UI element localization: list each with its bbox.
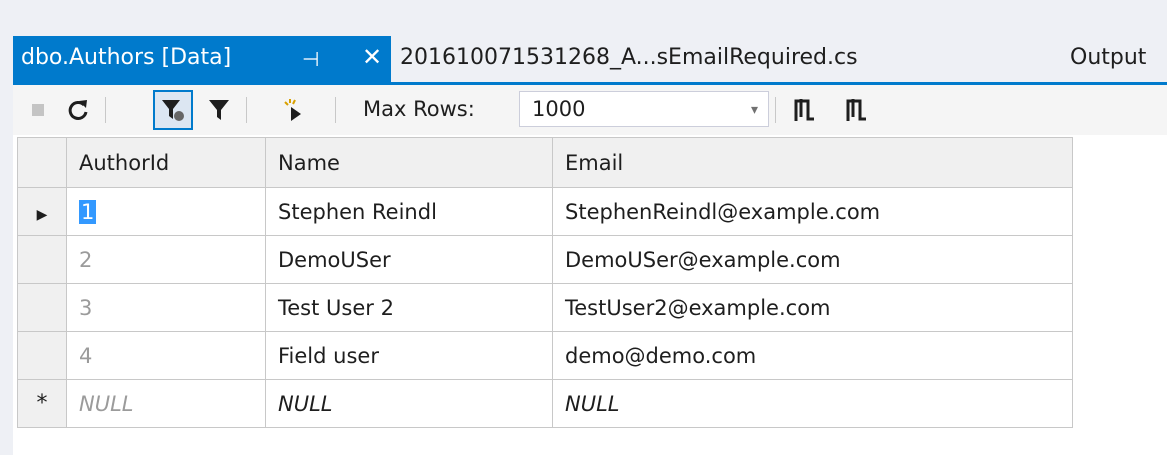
cell-name[interactable]: Test User 2 [265, 283, 553, 332]
max-rows-value: 1000 [532, 97, 586, 121]
import-button[interactable] [839, 85, 875, 135]
table-row[interactable]: 4 Field user demo@demo.com [17, 331, 1073, 380]
tab-title: dbo.Authors [Data] [21, 45, 232, 70]
cell-name[interactable]: NULL [265, 379, 553, 428]
selected-cell-text: 1 [79, 199, 97, 224]
row-header[interactable] [17, 235, 67, 284]
cell-authorid[interactable]: 3 [66, 283, 266, 332]
row-header[interactable]: * [17, 379, 67, 428]
toolbar-separator [246, 97, 247, 123]
table-row[interactable]: 3 Test User 2 TestUser2@example.com [17, 283, 1073, 332]
cell-email[interactable]: TestUser2@example.com [552, 283, 1073, 332]
toolbar-separator [105, 97, 106, 123]
export-button[interactable] [787, 85, 823, 135]
table-row[interactable]: ▶ 1 Stephen Reindl StephenReindl@example… [17, 187, 1073, 236]
new-row-asterisk-icon: * [36, 391, 48, 416]
export-icon [794, 99, 814, 121]
header-row: AuthorId Name Email [17, 137, 1073, 188]
toolbar-separator [775, 97, 776, 123]
tab-migration-file[interactable]: 201610071531268_A...sEmailRequired.cs [400, 45, 858, 70]
corner-header[interactable] [17, 137, 67, 188]
cell-authorid[interactable]: 1 [66, 187, 266, 236]
generate-script-button[interactable] [275, 85, 315, 135]
cell-name[interactable]: Field user [265, 331, 553, 380]
new-row[interactable]: * NULL NULL NULL [17, 379, 1073, 428]
top-strip [0, 0, 1167, 36]
data-toolbar: Max Rows: 1000 ▾ [13, 85, 1167, 135]
cell-email[interactable]: demo@demo.com [552, 331, 1073, 380]
row-header[interactable]: ▶ [17, 187, 67, 236]
stop-button[interactable] [21, 85, 55, 135]
cell-name[interactable]: DemoUSer [265, 235, 553, 284]
filter-icon [209, 100, 229, 120]
cell-authorid[interactable]: 4 [66, 331, 266, 380]
cell-authorid[interactable]: 2 [66, 235, 266, 284]
cell-email[interactable]: DemoUSer@example.com [552, 235, 1073, 284]
max-rows-select[interactable]: 1000 ▾ [519, 91, 769, 127]
cell-email[interactable]: StephenReindl@example.com [552, 187, 1073, 236]
tab-output[interactable]: Output [1070, 45, 1146, 70]
data-grid-area: AuthorId Name Email ▶ 1 Stephen Reindl S… [13, 135, 1167, 455]
cell-email[interactable]: NULL [552, 379, 1073, 428]
sort-filter-toggle-button[interactable] [153, 90, 193, 130]
toolbar-separator [335, 97, 336, 123]
row-pointer-icon: ▶ [36, 206, 48, 223]
document-tab-bar: dbo.Authors [Data] ⊣ ✕ 201610071531268_A… [0, 36, 1167, 82]
table-row[interactable]: 2 DemoUSer DemoUSer@example.com [17, 235, 1073, 284]
import-icon [846, 99, 866, 121]
column-header-authorid[interactable]: AuthorId [66, 137, 266, 188]
filter-button[interactable] [201, 85, 237, 135]
script-sparkle-icon [284, 99, 301, 121]
row-header[interactable] [17, 283, 67, 332]
column-header-name[interactable]: Name [265, 137, 553, 188]
refresh-button[interactable] [61, 85, 95, 135]
refresh-icon [68, 100, 88, 120]
tab-authors-data[interactable]: dbo.Authors [Data] ⊣ ✕ [13, 36, 391, 82]
chevron-down-icon[interactable]: ▾ [751, 102, 758, 118]
row-header[interactable] [17, 331, 67, 380]
cell-name[interactable]: Stephen Reindl [265, 187, 553, 236]
cell-authorid[interactable]: NULL [66, 379, 266, 428]
close-icon[interactable]: ✕ [362, 43, 382, 71]
data-grid: AuthorId Name Email ▶ 1 Stephen Reindl S… [17, 137, 1073, 428]
max-rows-label: Max Rows: [363, 97, 475, 121]
column-header-email[interactable]: Email [552, 137, 1073, 188]
stop-icon [32, 104, 44, 116]
filter-clear-icon [162, 100, 184, 121]
pin-icon[interactable]: ⊣ [302, 47, 319, 71]
